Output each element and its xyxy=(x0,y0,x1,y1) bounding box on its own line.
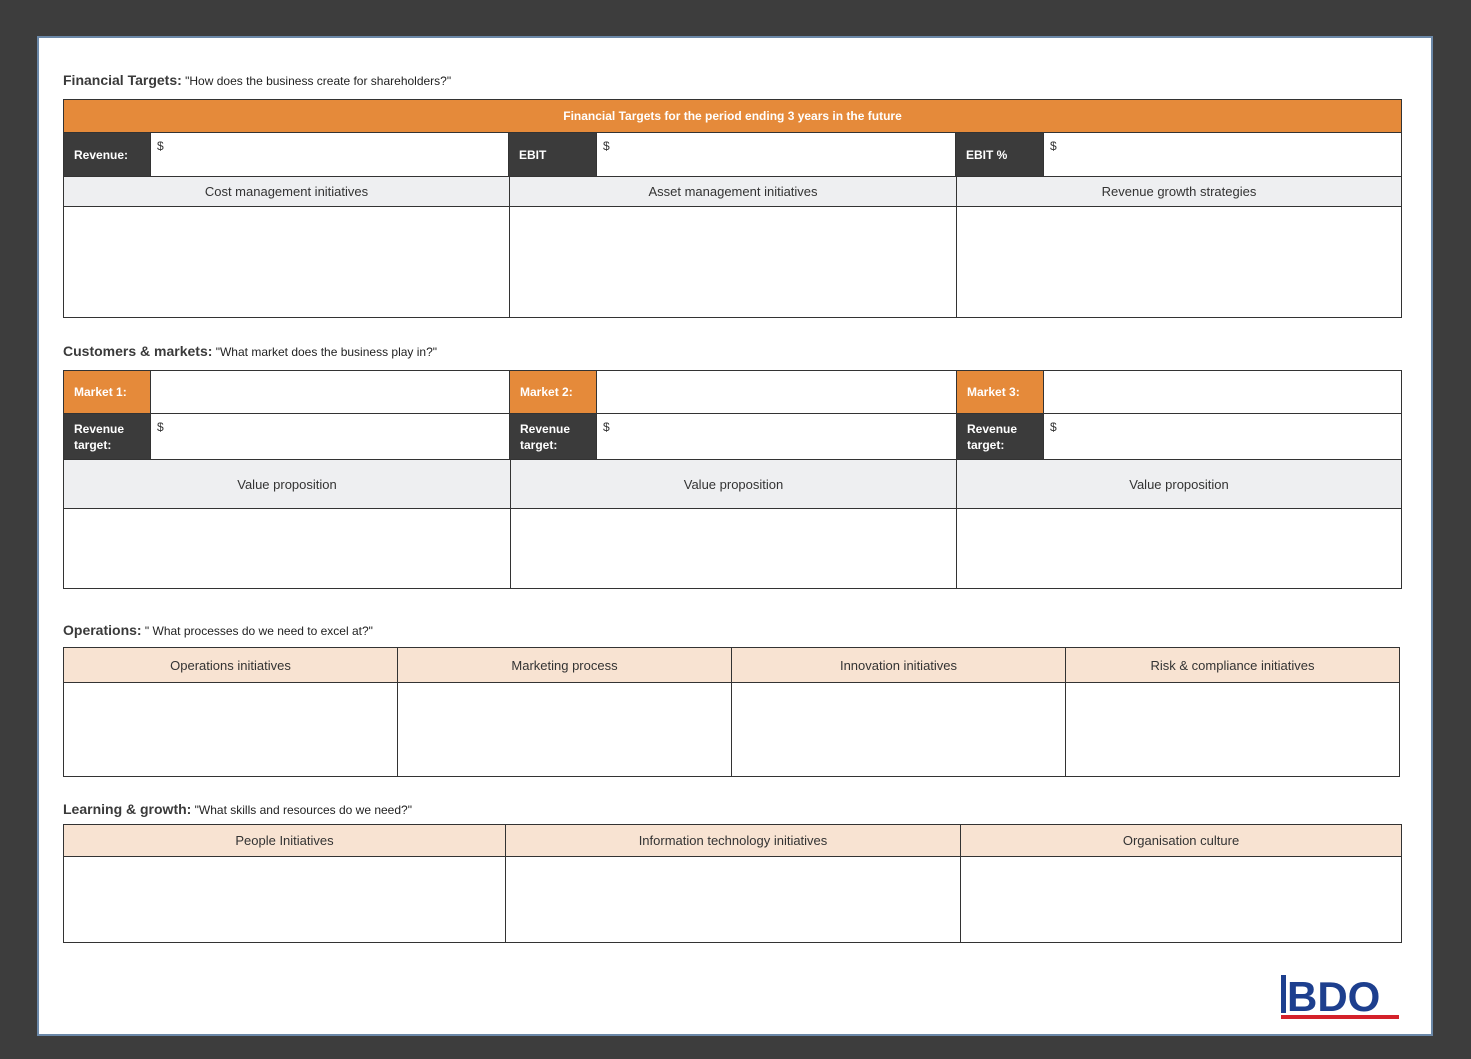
bdo-logo-text: BDO xyxy=(1287,973,1380,1020)
cost-management-field[interactable] xyxy=(63,206,510,318)
learning-section-title: Learning & growth: "What skills and reso… xyxy=(63,801,412,817)
operations-section-title: Operations: " What processes do we need … xyxy=(63,622,373,638)
ebit-percent-field[interactable]: $ xyxy=(1043,132,1402,177)
revenue-field[interactable]: $ xyxy=(150,132,509,177)
market-3-label: Market 3: xyxy=(956,370,1044,414)
revenue-growth-field[interactable] xyxy=(956,206,1402,318)
revenue-label: Revenue: xyxy=(63,132,151,177)
market-2-value-proposition-field[interactable] xyxy=(510,508,957,589)
asset-management-field[interactable] xyxy=(509,206,957,318)
organisation-culture-field[interactable] xyxy=(960,856,1402,943)
risk-compliance-header: Risk & compliance initiatives xyxy=(1065,647,1400,683)
it-initiatives-field[interactable] xyxy=(505,856,961,943)
innovation-initiatives-field[interactable] xyxy=(731,682,1066,777)
market-2-field[interactable] xyxy=(596,370,957,414)
market-1-field[interactable] xyxy=(150,370,510,414)
market-3-value-proposition-field[interactable] xyxy=(956,508,1402,589)
operations-initiatives-field[interactable] xyxy=(63,682,398,777)
worksheet-page: Financial Targets: "How does the busines… xyxy=(37,36,1433,1036)
risk-compliance-field[interactable] xyxy=(1065,682,1400,777)
marketing-process-header: Marketing process xyxy=(397,647,732,683)
market-2-revenue-field[interactable]: $ xyxy=(596,413,957,460)
ebit-percent-label: EBIT % xyxy=(955,132,1044,177)
cost-management-header: Cost management initiatives xyxy=(63,176,510,207)
market-1-revenue-field[interactable]: $ xyxy=(150,413,510,460)
ebit-label: EBIT xyxy=(508,132,597,177)
market-3-value-proposition-header: Value proposition xyxy=(956,459,1402,509)
market-1-revenue-label: Revenue target: xyxy=(63,413,151,460)
ebit-field[interactable]: $ xyxy=(596,132,956,177)
financial-header: Financial Targets for the period ending … xyxy=(63,99,1402,133)
market-2-label: Market 2: xyxy=(509,370,597,414)
people-initiatives-header: People Initiatives xyxy=(63,824,506,857)
customers-section-title: Customers & markets: "What market does t… xyxy=(63,343,438,359)
financial-section-title: Financial Targets: "How does the busines… xyxy=(63,72,452,88)
people-initiatives-field[interactable] xyxy=(63,856,506,943)
marketing-process-field[interactable] xyxy=(397,682,732,777)
it-initiatives-header: Information technology initiatives xyxy=(505,824,961,857)
operations-initiatives-header: Operations initiatives xyxy=(63,647,398,683)
market-1-value-proposition-field[interactable] xyxy=(63,508,511,589)
asset-management-header: Asset management initiatives xyxy=(509,176,957,207)
market-1-value-proposition-header: Value proposition xyxy=(63,459,511,509)
market-3-revenue-field[interactable]: $ xyxy=(1043,413,1402,460)
market-3-field[interactable] xyxy=(1043,370,1402,414)
market-2-revenue-label: Revenue target: xyxy=(509,413,597,460)
bdo-logo: BDO xyxy=(1281,973,1399,1020)
market-3-revenue-label: Revenue target: xyxy=(956,413,1044,460)
organisation-culture-header: Organisation culture xyxy=(960,824,1402,857)
market-1-label: Market 1: xyxy=(63,370,151,414)
market-2-value-proposition-header: Value proposition xyxy=(510,459,957,509)
innovation-initiatives-header: Innovation initiatives xyxy=(731,647,1066,683)
revenue-growth-header: Revenue growth strategies xyxy=(956,176,1402,207)
